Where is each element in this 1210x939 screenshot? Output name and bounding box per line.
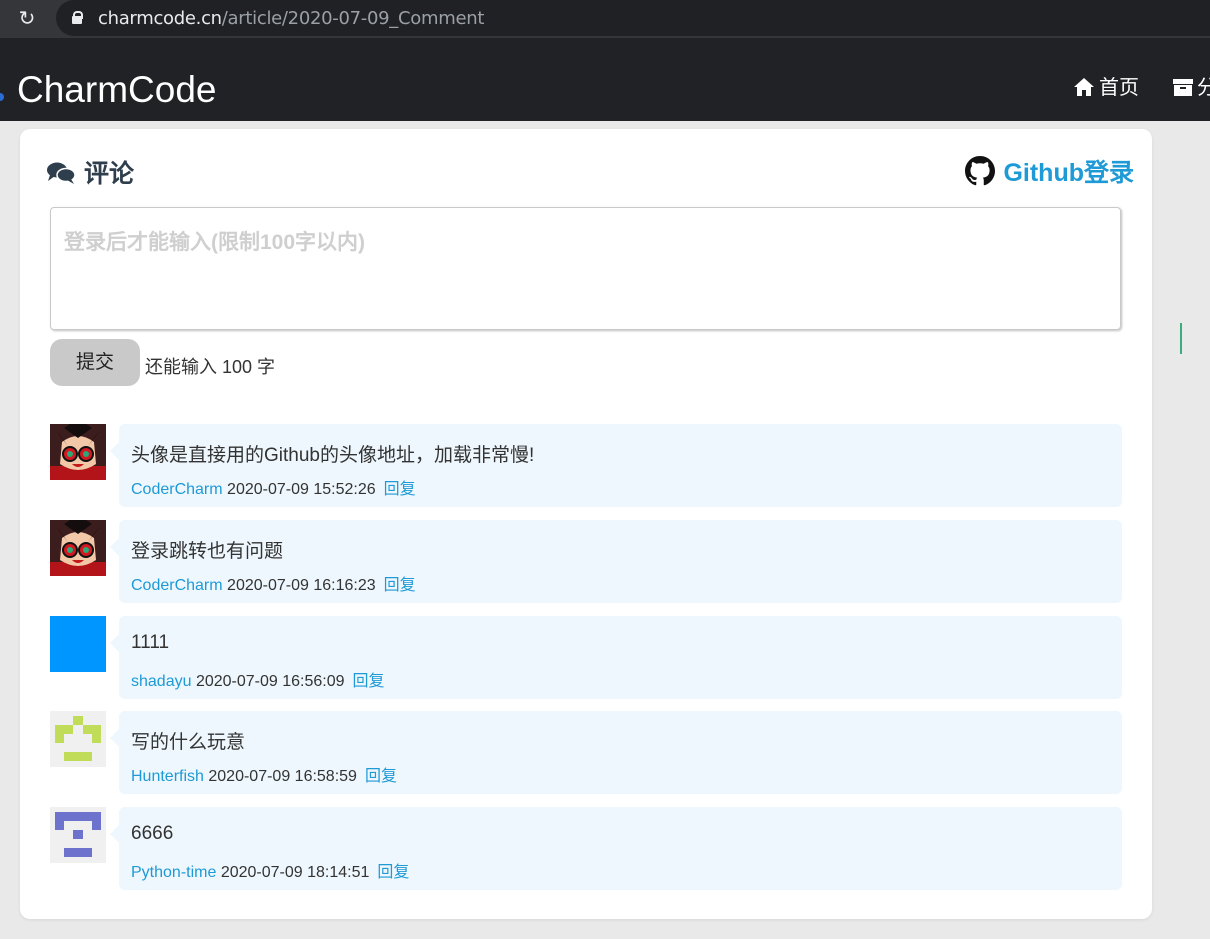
archive-icon xyxy=(1173,79,1193,96)
comment-text: 头像是直接用的Github的头像地址，加载非常慢! xyxy=(131,445,535,466)
comment-meta: Python-time 2020-07-09 18:14:51 回复 xyxy=(131,858,409,882)
comment-meta: CoderCharm 2020-07-09 16:16:23 回复 xyxy=(131,571,416,595)
reply-link[interactable]: 回复 xyxy=(353,673,385,690)
comment-bubble: 登录跳转也有问题 CoderCharm 2020-07-09 16:16:23 回… xyxy=(110,520,1122,603)
comments-icon xyxy=(47,162,76,184)
github-login-label: Github登录 xyxy=(1003,159,1134,187)
reply-link[interactable]: 回复 xyxy=(384,481,416,498)
comment-bubble: 头像是直接用的Github的头像地址，加载非常慢! CoderCharm 202… xyxy=(110,424,1122,507)
address-bar[interactable]: charmcode.cn/article/2020-07-09_Comment xyxy=(56,0,1210,36)
reply-link[interactable]: 回复 xyxy=(377,864,409,881)
comment-meta: CoderCharm 2020-07-09 15:52:26 回复 xyxy=(131,475,416,499)
submit-button[interactable]: 提交 xyxy=(50,339,140,386)
nav-home[interactable]: 首页 xyxy=(1073,71,1139,100)
comment-time: 2020-07-09 16:16:23 xyxy=(227,577,376,594)
user-avatar[interactable] xyxy=(50,616,106,672)
user-avatar[interactable] xyxy=(50,424,106,480)
comment-text: 6666 xyxy=(131,823,174,844)
reply-link[interactable]: 回复 xyxy=(365,768,397,785)
comment-item: 6666 Python-time 2020-07-09 18:14:51 回复 xyxy=(50,807,1122,891)
comment-bubble: 1111 shadayu 2020-07-09 16:56:09 回复 xyxy=(110,616,1122,699)
comments-card: 评论 Github登录 登录后才能输入(限制100字以内) 提交 还能输入 10… xyxy=(20,129,1152,919)
browser-toolbar: ↻ charmcode.cn/article/2020-07-09_Commen… xyxy=(0,0,1210,38)
reload-icon[interactable]: ↻ xyxy=(16,8,38,30)
comment-bubble: 写的什么玩意 Hunterfish 2020-07-09 16:58:59 回复 xyxy=(110,711,1122,794)
comment-bubble: 6666 Python-time 2020-07-09 18:14:51 回复 xyxy=(110,807,1122,890)
url-text[interactable]: charmcode.cn/article/2020-07-09_Comment xyxy=(98,8,484,29)
comment-meta: Hunterfish 2020-07-09 16:58:59 回复 xyxy=(131,762,397,786)
remaining-chars-text: 还能输入 100 字 xyxy=(145,357,276,377)
nav-category-label: 分 xyxy=(1197,77,1210,99)
anime-avatar-icon xyxy=(50,424,106,480)
comments-title: 评论 xyxy=(84,160,135,188)
github-login-link[interactable]: Github登录 xyxy=(965,153,1134,189)
comment-author-link[interactable]: Hunterfish xyxy=(131,768,204,785)
comment-time: 2020-07-09 18:14:51 xyxy=(220,864,370,881)
comment-author-link[interactable]: CoderCharm xyxy=(131,577,223,594)
comments-heading: 评论 xyxy=(46,154,134,190)
nav-home-label: 首页 xyxy=(1099,77,1139,99)
comment-meta: shadayu 2020-07-09 16:56:09 回复 xyxy=(131,667,385,691)
lock-icon[interactable] xyxy=(72,11,83,24)
comment-time: 2020-07-09 16:56:09 xyxy=(195,673,345,690)
solid-blue-avatar-icon xyxy=(50,616,106,672)
github-icon xyxy=(965,156,996,186)
comment-author-link[interactable]: CoderCharm xyxy=(131,481,223,498)
comment-text: 登录跳转也有问题 xyxy=(131,541,284,562)
comment-time: 2020-07-09 15:52:26 xyxy=(227,481,376,498)
user-avatar[interactable] xyxy=(50,807,106,863)
identicon-purple-icon xyxy=(50,807,106,863)
comment-author-link[interactable]: Python-time xyxy=(131,864,216,881)
site-brand[interactable]: CharmCode xyxy=(17,69,216,111)
anime-avatar-icon xyxy=(50,520,106,576)
comment-time: 2020-07-09 16:58:59 xyxy=(208,768,357,785)
comment-text: 写的什么玩意 xyxy=(131,732,246,753)
user-avatar[interactable] xyxy=(50,711,106,767)
comment-author-link[interactable]: shadayu xyxy=(131,673,192,690)
comment-item: 登录跳转也有问题 CoderCharm 2020-07-09 16:16:23 回… xyxy=(50,520,1122,604)
comment-item: 头像是直接用的Github的头像地址，加载非常慢! CoderCharm 202… xyxy=(50,424,1122,508)
home-icon xyxy=(1074,78,1094,96)
comment-item: 写的什么玩意 Hunterfish 2020-07-09 16:58:59 回复 xyxy=(50,711,1122,795)
user-avatar[interactable] xyxy=(50,520,106,576)
site-navbar: CharmCode 首页 分 xyxy=(0,38,1210,121)
comment-item: 1111 shadayu 2020-07-09 16:56:09 回复 xyxy=(50,616,1122,700)
side-accent-bar xyxy=(1180,323,1182,354)
nav-category[interactable]: 分 xyxy=(1173,71,1210,100)
comment-input[interactable]: 登录后才能输入(限制100字以内) xyxy=(50,207,1121,330)
reply-link[interactable]: 回复 xyxy=(384,577,416,594)
comment-text: 1111 xyxy=(131,632,170,653)
comment-input-placeholder: 登录后才能输入(限制100字以内) xyxy=(64,231,366,254)
identicon-green-icon xyxy=(50,711,106,767)
